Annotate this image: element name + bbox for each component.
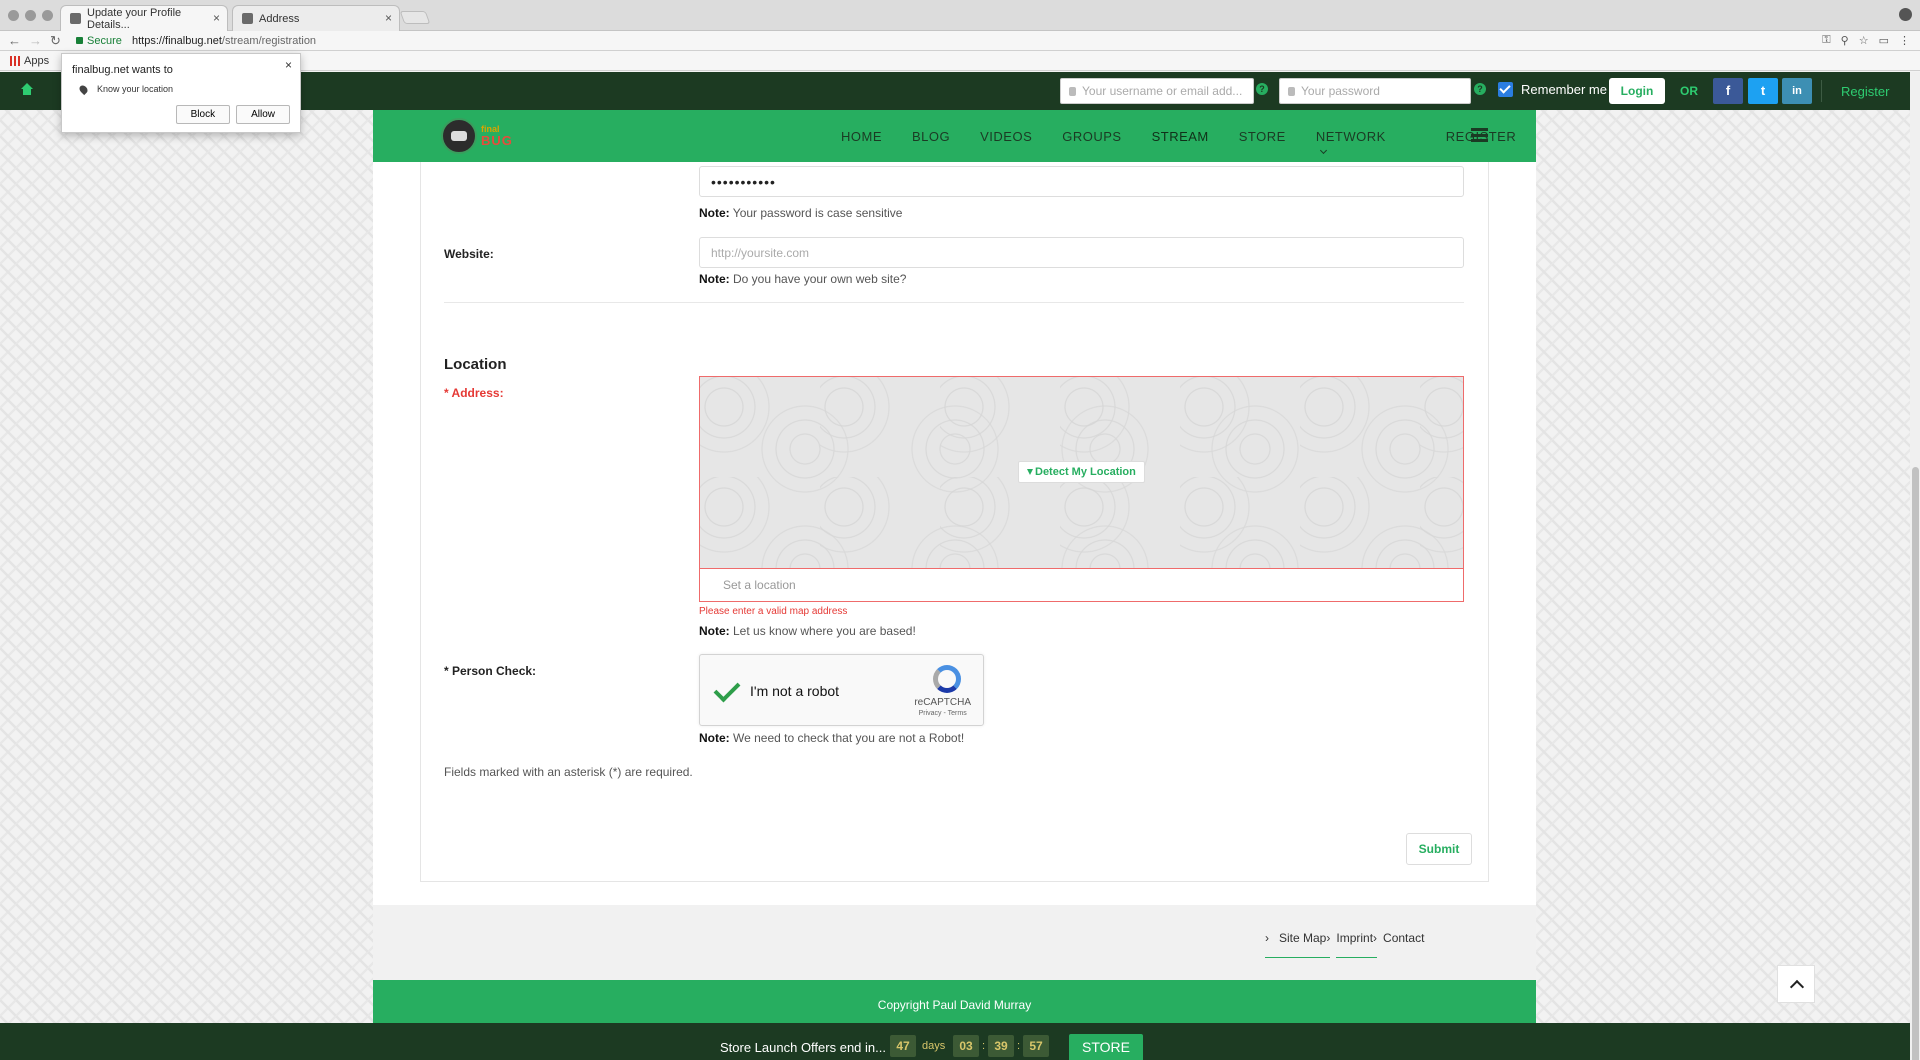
main-navbar: final BUG HOME BLOG VIDEOS GROUPS STREAM …	[373, 110, 1536, 162]
address-note: Note: Let us know where you are based!	[699, 624, 916, 638]
browser-tab-profile[interactable]: Update your Profile Details... ×	[60, 5, 228, 31]
nav-network[interactable]: NETWORK	[1316, 129, 1416, 159]
permission-title: finalbug.net wants to	[72, 64, 173, 76]
lock-icon	[76, 37, 83, 44]
lock-icon	[1288, 86, 1295, 96]
nav-store[interactable]: STORE	[1239, 129, 1286, 159]
location-permission-popup: finalbug.net wants to × Know your locati…	[61, 53, 301, 133]
extension-icons: ⚿ ⚲ ☆ ▭ ⋮	[1822, 34, 1910, 47]
recaptcha-logo-icon	[933, 665, 961, 693]
scroll-to-top-button[interactable]	[1777, 965, 1815, 1003]
register-link[interactable]: Register	[1841, 84, 1889, 99]
cast-icon[interactable]: ▭	[1879, 34, 1889, 47]
profile-icon[interactable]	[1899, 8, 1912, 21]
detect-location-button[interactable]: Detect My Location	[1018, 461, 1145, 483]
permission-item: Know your location	[72, 83, 290, 95]
bolt-icon	[1027, 469, 1033, 475]
scrollbar-thumb[interactable]	[1912, 467, 1919, 1060]
location-map[interactable]: Detect My Location	[699, 376, 1464, 569]
hamburger-menu-icon[interactable]	[1471, 128, 1488, 142]
footer-link-contact[interactable]: Contact	[1383, 931, 1424, 958]
username-input[interactable]: Your username or email add...	[1060, 78, 1254, 104]
nav-videos[interactable]: VIDEOS	[980, 129, 1032, 159]
website-input[interactable]: http://yoursite.com	[699, 237, 1464, 268]
footer-link-sitemap[interactable]: › Site Map›	[1265, 931, 1331, 958]
forward-icon[interactable]: →	[29, 33, 42, 48]
favicon-icon	[70, 13, 81, 24]
home-icon[interactable]	[20, 83, 34, 95]
nav-home[interactable]: HOME	[841, 129, 882, 159]
bull-logo-icon	[441, 118, 477, 154]
footer-link-imprint[interactable]: Imprint›	[1336, 931, 1378, 958]
footer-nav: › Site Map› Imprint› Contact	[1265, 931, 1424, 958]
back-icon[interactable]: ←	[8, 33, 21, 48]
section-divider	[444, 302, 1464, 303]
checkmark-icon[interactable]	[713, 675, 741, 703]
facebook-icon[interactable]: f	[1713, 78, 1743, 104]
address-label: * Address:	[444, 386, 504, 400]
help-icon[interactable]: ?	[1256, 83, 1268, 95]
chevron-down-icon	[1319, 146, 1327, 155]
url-field[interactable]: https://finalbug.net/stream/registration	[132, 35, 316, 47]
password-field[interactable]: •••••••••••	[699, 166, 1464, 197]
allow-button[interactable]: Allow	[236, 105, 290, 124]
browser-tabbar: Update your Profile Details... × Address…	[0, 0, 1920, 31]
recaptcha-widget[interactable]: I'm not a robot reCAPTCHA Privacy - Terms	[699, 654, 984, 726]
store-countdown-bar: Store Launch Offers end in... 47 days 03…	[0, 1023, 1920, 1060]
apps-grid-icon	[10, 56, 20, 66]
submit-button[interactable]: Submit	[1406, 833, 1472, 865]
location-section-title: Location	[444, 356, 507, 373]
location-input[interactable]: Set a location	[699, 568, 1464, 602]
address-error: Please enter a valid map address	[699, 606, 848, 617]
nav-groups[interactable]: GROUPS	[1062, 129, 1121, 159]
nav-menu: HOME BLOG VIDEOS GROUPS STREAM STORE NET…	[841, 129, 1546, 159]
site-logo[interactable]: final BUG	[441, 118, 513, 154]
zoom-icon[interactable]: ⚲	[1841, 34, 1849, 47]
countdown-hours: 03	[953, 1035, 979, 1057]
linkedin-icon[interactable]: in	[1782, 78, 1812, 104]
footer-links-bar: › Site Map› Imprint› Contact	[373, 905, 1536, 980]
countdown-days-label: days	[922, 1040, 946, 1052]
close-icon[interactable]: ×	[285, 58, 292, 72]
copyright-bar: Copyright Paul David Murray	[373, 980, 1536, 1023]
remember-checkbox[interactable]	[1498, 82, 1513, 97]
user-icon	[1069, 86, 1076, 96]
countdown-minutes: 39	[988, 1035, 1014, 1057]
countdown-text: Store Launch Offers end in...	[720, 1040, 886, 1055]
countdown-seconds: 57	[1023, 1035, 1049, 1057]
key-icon[interactable]: ⚿	[1822, 34, 1830, 47]
website-label: Website:	[444, 247, 494, 261]
required-info: Fields marked with an asterisk (*) are r…	[444, 765, 693, 779]
favicon-icon	[242, 13, 253, 24]
password-input[interactable]: Your password	[1279, 78, 1471, 104]
page-scrollbar[interactable]	[1910, 72, 1920, 1060]
location-pin-icon	[77, 83, 90, 95]
address-bar: ← → ↻ Secure https://finalbug.net/stream…	[0, 31, 1920, 51]
close-tab-icon[interactable]: ×	[385, 11, 392, 25]
reload-icon[interactable]: ↻	[50, 33, 61, 49]
remember-me[interactable]: Remember me	[1498, 82, 1607, 97]
star-icon[interactable]: ☆	[1859, 34, 1869, 47]
window-controls[interactable]	[8, 10, 53, 21]
new-tab-button[interactable]	[399, 11, 431, 24]
nav-blog[interactable]: BLOG	[912, 129, 950, 159]
countdown-days: 47	[890, 1035, 916, 1057]
close-tab-icon[interactable]: ×	[213, 11, 220, 25]
password-note: Note: Your password is case sensitive	[699, 206, 903, 220]
person-check-label: * Person Check:	[444, 664, 537, 678]
person-note: Note: We need to check that you are not …	[699, 731, 965, 745]
help-icon[interactable]: ?	[1474, 83, 1486, 95]
login-button[interactable]: Login	[1609, 78, 1665, 104]
twitter-icon[interactable]: t	[1748, 78, 1778, 104]
secure-indicator[interactable]: Secure	[76, 35, 122, 47]
store-button[interactable]: STORE	[1069, 1034, 1143, 1060]
website-note: Note: Do you have your own web site?	[699, 272, 907, 286]
apps-bookmark[interactable]: Apps	[10, 55, 49, 67]
browser-tab-address[interactable]: Address ×	[232, 5, 400, 31]
block-button[interactable]: Block	[175, 105, 231, 124]
menu-dots-icon[interactable]: ⋮	[1899, 34, 1910, 47]
nav-stream[interactable]: STREAM	[1152, 129, 1209, 159]
or-label: OR	[1680, 84, 1698, 98]
